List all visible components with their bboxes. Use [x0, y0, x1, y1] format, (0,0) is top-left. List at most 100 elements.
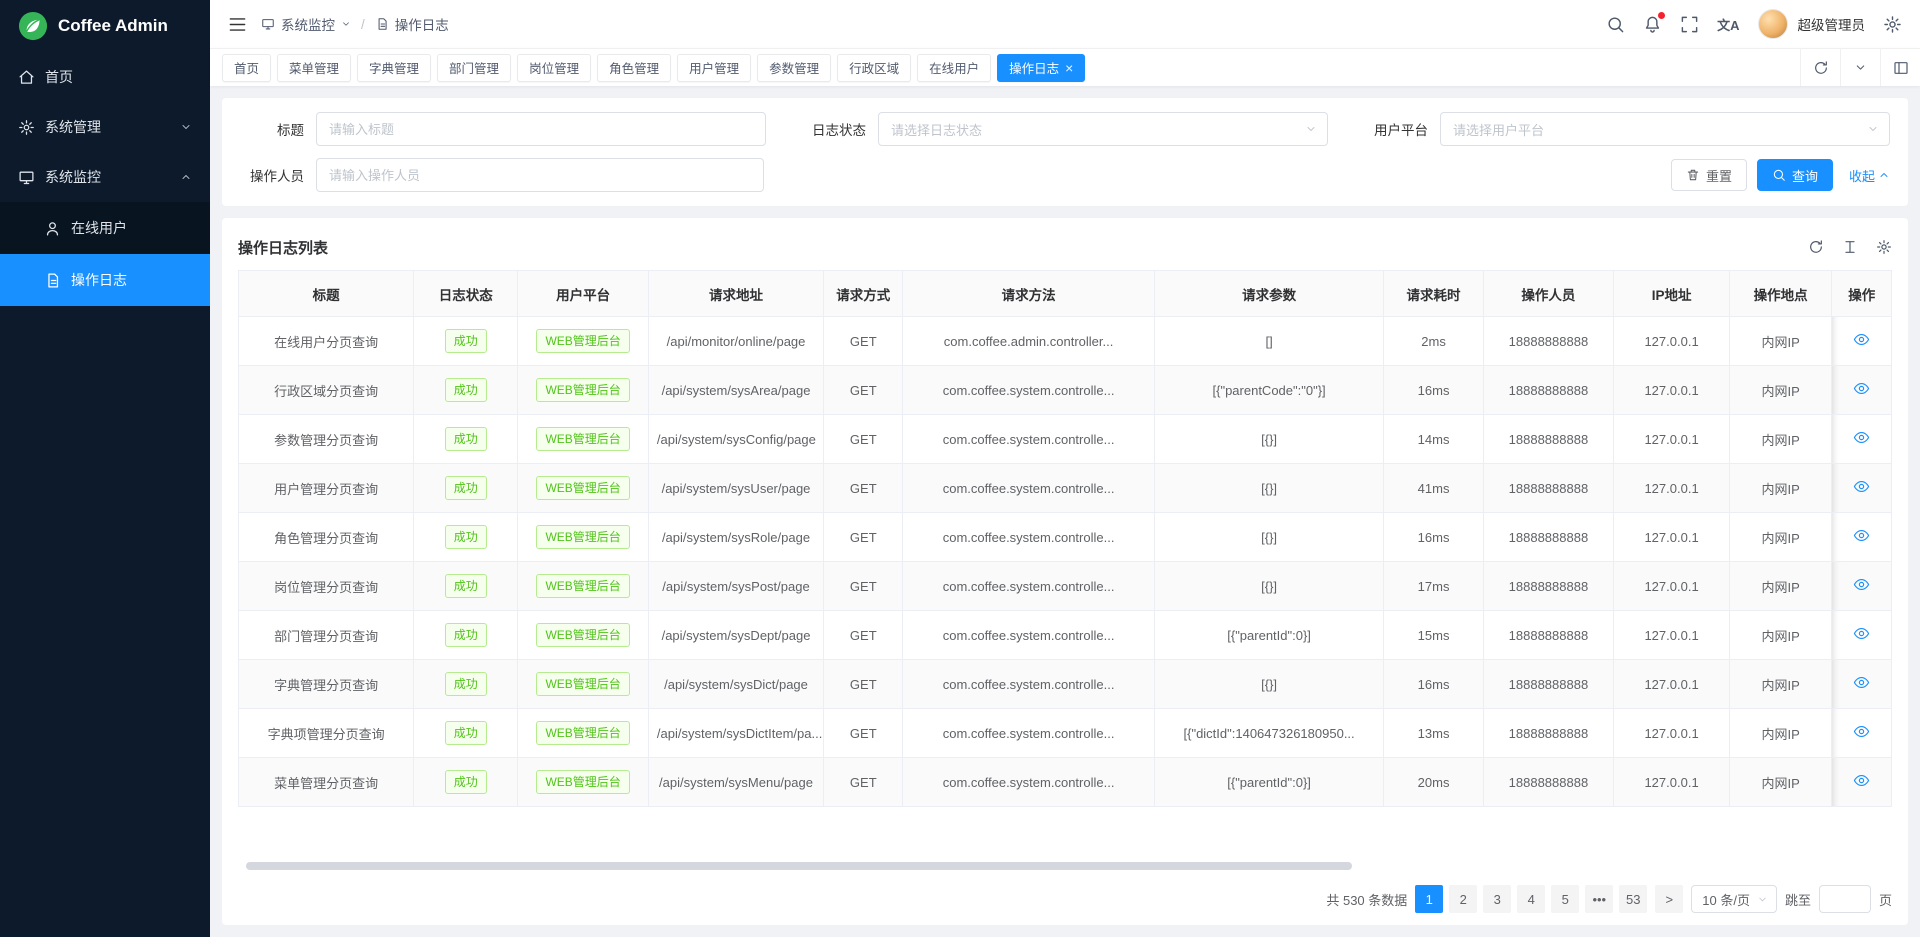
total-count-text: 共 530 条数据 [1326, 890, 1407, 909]
cell-ip-address: 127.0.0.1 [1614, 758, 1730, 807]
search-icon[interactable] [1606, 15, 1625, 34]
translate-icon[interactable]: 文A [1717, 15, 1739, 34]
sidebar-item-home[interactable]: 首页 [0, 52, 210, 102]
tab-用户管理[interactable]: 用户管理 [677, 54, 751, 82]
next-page-button[interactable]: > [1655, 885, 1683, 913]
column-height-icon[interactable] [1842, 239, 1858, 255]
collapse-filters-link[interactable]: 收起 [1849, 166, 1890, 185]
sidebar-item-system-monitor[interactable]: 系统监控 [0, 152, 210, 202]
tab-操作日志[interactable]: 操作日志× [997, 54, 1085, 82]
tab-close-icon[interactable]: × [1065, 61, 1073, 75]
column-header: 请求方法 [903, 271, 1154, 317]
view-detail-eye-icon[interactable] [1853, 723, 1870, 740]
cell-action [1832, 758, 1892, 807]
view-detail-eye-icon[interactable] [1853, 625, 1870, 642]
view-detail-eye-icon[interactable] [1853, 331, 1870, 348]
tab-label: 岗位管理 [529, 58, 579, 77]
column-header: 标题 [239, 271, 414, 317]
cell-action [1832, 513, 1892, 562]
reset-button[interactable]: 重置 [1671, 159, 1747, 191]
tab-菜单管理[interactable]: 菜单管理 [277, 54, 351, 82]
query-button[interactable]: 查询 [1757, 159, 1833, 191]
page-button-1[interactable]: 1 [1415, 885, 1443, 913]
operator-filter-input[interactable] [316, 158, 764, 192]
page-button-3[interactable]: 3 [1483, 885, 1511, 913]
user-name[interactable]: 超级管理员 [1798, 14, 1866, 34]
tab-label: 部门管理 [449, 58, 499, 77]
tab-在线用户[interactable]: 在线用户 [917, 54, 991, 82]
page-button-4[interactable]: 4 [1517, 885, 1545, 913]
cell-request-params: [{"parentCode":"0"}] [1154, 366, 1384, 415]
tab-角色管理[interactable]: 角色管理 [597, 54, 671, 82]
cell-user-platform: WEB管理后台 [518, 758, 649, 807]
user-platform-select[interactable]: 请选择用户平台 [1440, 112, 1890, 146]
tab-参数管理[interactable]: 参数管理 [757, 54, 831, 82]
user-avatar[interactable] [1758, 9, 1788, 39]
platform-badge: WEB管理后台 [536, 329, 629, 353]
view-detail-eye-icon[interactable] [1853, 478, 1870, 495]
refresh-icon[interactable] [1808, 239, 1824, 255]
log-status-select[interactable]: 请选择日志状态 [878, 112, 1328, 146]
app-logo: Coffee Admin [0, 0, 210, 52]
cell-title: 参数管理分页查询 [239, 415, 414, 464]
page-button-2[interactable]: 2 [1449, 885, 1477, 913]
page-content: 标题 日志状态 请选择日志状态 用户平台 请选择用户平台 [210, 86, 1920, 937]
view-detail-eye-icon[interactable] [1853, 527, 1870, 544]
view-detail-eye-icon[interactable] [1853, 429, 1870, 446]
query-button-label: 查询 [1792, 166, 1818, 185]
view-detail-eye-icon[interactable] [1853, 380, 1870, 397]
cell-user-platform: WEB管理后台 [518, 366, 649, 415]
tab-部门管理[interactable]: 部门管理 [437, 54, 511, 82]
cell-operator: 18888888888 [1483, 611, 1614, 660]
page-button-53[interactable]: 53 [1619, 885, 1647, 913]
top-header: 系统监控 / 操作日志 文A 超级管理员 [210, 0, 1920, 48]
column-header: 操作 [1832, 271, 1892, 317]
view-detail-eye-icon[interactable] [1853, 772, 1870, 789]
chevron-down-icon [1305, 123, 1317, 135]
tab-首页[interactable]: 首页 [222, 54, 271, 82]
cell-request-handler: com.coffee.system.controlle... [903, 464, 1154, 513]
jump-page-input[interactable] [1819, 885, 1871, 913]
column-header: 操作人员 [1483, 271, 1614, 317]
platform-badge: WEB管理后台 [536, 427, 629, 451]
horizontal-scrollbar-thumb[interactable] [246, 862, 1352, 870]
collapse-sidebar-icon[interactable] [228, 15, 247, 34]
title-filter-input[interactable] [316, 112, 766, 146]
sidebar: Coffee Admin 首页 系统管理 系统监控 在线用户 操作日志 [0, 0, 210, 937]
status-badge: 成功 [445, 770, 487, 794]
breadcrumb-section[interactable]: 系统监控 [281, 14, 335, 34]
page-button-5[interactable]: 5 [1551, 885, 1579, 913]
status-badge: 成功 [445, 476, 487, 500]
cell-log-status: 成功 [414, 709, 518, 758]
fullscreen-icon[interactable] [1680, 15, 1699, 34]
page-size-select[interactable]: 10 条/页 [1691, 885, 1777, 913]
cell-ip-address: 127.0.0.1 [1614, 317, 1730, 366]
monitor-icon [18, 169, 35, 186]
settings-gear-icon[interactable] [1883, 15, 1902, 34]
sidebar-item-online-users[interactable]: 在线用户 [0, 202, 210, 254]
cell-action [1832, 709, 1892, 758]
page-size-value: 10 条/页 [1702, 890, 1750, 909]
cell-request-duration: 13ms [1384, 709, 1483, 758]
view-detail-eye-icon[interactable] [1853, 576, 1870, 593]
pagination-ellipsis[interactable]: ••• [1585, 885, 1613, 913]
log-table-body: 在线用户分页查询成功WEB管理后台/api/monitor/online/pag… [239, 317, 1892, 807]
cell-title: 岗位管理分页查询 [239, 562, 414, 611]
notification-bell-icon[interactable] [1643, 15, 1662, 34]
column-header: 用户平台 [518, 271, 649, 317]
cell-request-handler: com.coffee.system.controlle... [903, 660, 1154, 709]
horizontal-scrollbar-track[interactable] [240, 861, 1890, 871]
view-detail-eye-icon[interactable] [1853, 674, 1870, 691]
chevron-down-icon[interactable] [1840, 49, 1880, 86]
tab-岗位管理[interactable]: 岗位管理 [517, 54, 591, 82]
tab-行政区域[interactable]: 行政区域 [837, 54, 911, 82]
tab-字典管理[interactable]: 字典管理 [357, 54, 431, 82]
cell-log-status: 成功 [414, 660, 518, 709]
layout-icon[interactable] [1880, 49, 1920, 86]
cell-operator: 18888888888 [1483, 660, 1614, 709]
sidebar-item-system-management[interactable]: 系统管理 [0, 102, 210, 152]
table-settings-gear-icon[interactable] [1876, 239, 1892, 255]
breadcrumb: 系统监控 / 操作日志 [261, 14, 449, 34]
refresh-icon[interactable] [1800, 49, 1840, 86]
sidebar-item-operation-log[interactable]: 操作日志 [0, 254, 210, 306]
